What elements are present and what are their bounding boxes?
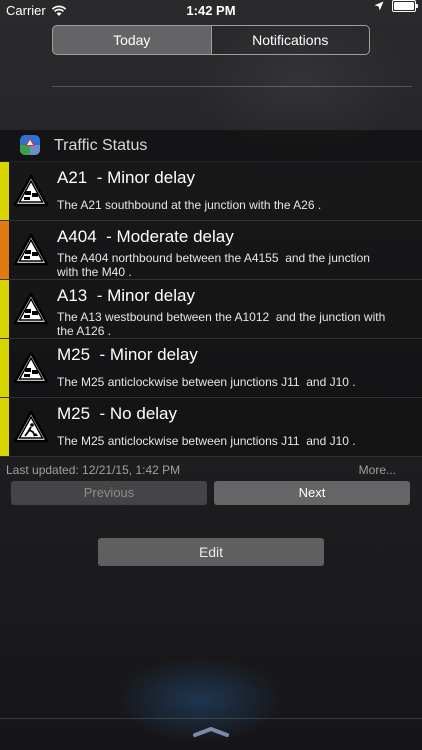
delay-status: - Moderate delay: [96, 227, 234, 246]
traffic-jam-icon: [13, 233, 49, 266]
row-title: A21 - Minor delay: [57, 168, 195, 188]
more-link[interactable]: More...: [359, 463, 396, 477]
row-title: A13 - Minor delay: [57, 286, 195, 306]
row-description: The M25 anticlockwise between junctions …: [57, 434, 356, 448]
list-item[interactable]: A13 - Minor delay The A13 westbound betw…: [0, 280, 422, 339]
road-name: M25: [57, 404, 91, 423]
widget-title: Traffic Status: [54, 137, 148, 154]
delay-status: - Minor delay: [87, 168, 195, 187]
row-title: A404 - Moderate delay: [57, 227, 234, 247]
traffic-jam-icon: [13, 174, 49, 207]
list-item[interactable]: A21 - Minor delay The A21 southbound at …: [0, 162, 422, 221]
delay-status: - Minor delay: [90, 345, 198, 364]
row-title: M25 - No delay: [57, 404, 177, 424]
traffic-jam-icon: [13, 351, 49, 384]
list-item[interactable]: M25 - Minor delay The M25 anticlockwise …: [0, 339, 422, 398]
severity-bar: [0, 221, 9, 279]
road-name: A13: [57, 286, 88, 305]
previous-button[interactable]: Previous: [11, 481, 207, 505]
next-button[interactable]: Next: [214, 481, 410, 505]
delay-status: - Minor delay: [87, 286, 195, 305]
row-description: The A21 southbound at the junction with …: [57, 198, 322, 212]
row-description: The A13 westbound between the A1012 and …: [57, 310, 386, 338]
tab-today[interactable]: Today: [53, 26, 211, 54]
widget-header[interactable]: Traffic Status: [0, 130, 422, 161]
widget-footer: Last updated: 12/21/15, 1:42 PM More...: [0, 460, 422, 480]
chevron-up-icon[interactable]: [192, 726, 230, 738]
divider: [0, 718, 422, 719]
battery-icon: [392, 0, 418, 12]
status-right: [374, 0, 418, 12]
location-arrow-icon: [374, 1, 384, 11]
last-updated-label: Last updated: 12/21/15, 1:42 PM: [6, 463, 181, 477]
row-description: The A404 northbound between the A4155 an…: [57, 251, 370, 279]
status-bar: Carrier 1:42 PM: [0, 0, 422, 22]
severity-bar: [0, 339, 9, 397]
severity-bar: [0, 280, 9, 338]
traffic-list: A21 - Minor delay The A21 southbound at …: [0, 162, 422, 457]
row-description: The M25 anticlockwise between junctions …: [57, 375, 356, 389]
traffic-app-icon: [20, 135, 40, 155]
list-item[interactable]: M25 - No delay The M25 anticlockwise bet…: [0, 398, 422, 457]
list-item[interactable]: A404 - Moderate delay The A404 northboun…: [0, 221, 422, 280]
road-name: A21: [57, 168, 88, 187]
tab-notifications[interactable]: Notifications: [210, 26, 370, 54]
status-time: 1:42 PM: [186, 3, 236, 18]
delay-status: - No delay: [90, 404, 178, 423]
severity-bar: [0, 398, 9, 456]
divider: [52, 86, 412, 87]
traffic-jam-icon: [13, 292, 49, 325]
road-name: M25: [57, 345, 91, 364]
row-title: M25 - Minor delay: [57, 345, 198, 365]
today-notifications-segmented-control: Today Notifications: [52, 25, 370, 55]
road-name: A404: [57, 227, 97, 246]
roadworks-icon: [13, 410, 49, 443]
edit-button[interactable]: Edit: [98, 538, 324, 566]
severity-bar: [0, 162, 9, 220]
